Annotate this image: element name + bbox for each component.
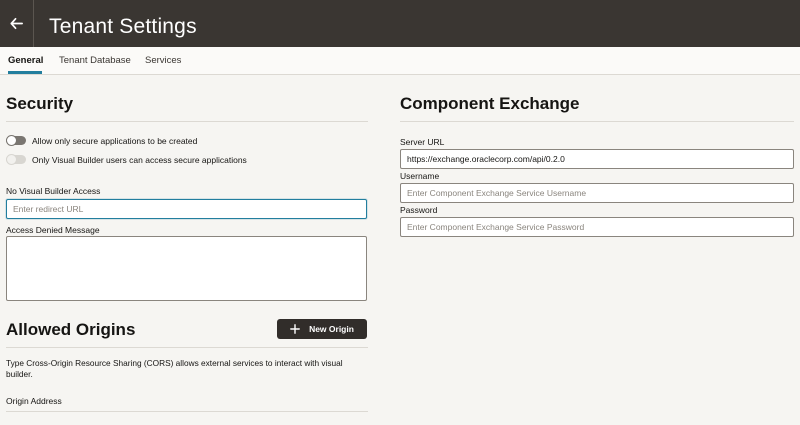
server-url-input[interactable] [400,149,794,169]
vb-users-only-toggle-label: Only Visual Builder users can access sec… [32,155,247,165]
password-label: Password [400,205,438,215]
component-exchange-heading: Component Exchange [400,94,580,113]
origins-table-divider [6,411,368,412]
security-heading: Security [6,94,74,113]
plus-icon [290,324,300,334]
tab-services[interactable]: Services [145,55,181,66]
vb-users-only-toggle[interactable] [6,154,26,165]
tab-tenant-database[interactable]: Tenant Database [59,55,131,66]
back-button[interactable] [0,0,33,47]
access-denied-label: Access Denied Message [6,225,100,235]
toggle-knob [6,154,17,165]
header-divider [33,0,34,47]
component-exchange-divider [400,121,794,122]
new-origin-button-label: New Origin [309,324,354,334]
allowed-origins-heading: Allowed Origins [6,320,136,339]
secure-apps-toggle-label: Allow only secure applications to be cre… [32,136,198,146]
tab-bar: General Tenant Database Services [0,47,800,75]
password-input[interactable] [400,217,794,237]
cors-description: Type Cross-Origin Resource Sharing (CORS… [6,358,343,379]
page-title: Tenant Settings [49,15,197,38]
origin-address-column-header: Origin Address [6,396,62,406]
secure-apps-toggle[interactable] [6,135,26,146]
redirect-url-input[interactable] [6,199,367,219]
active-tab-indicator [8,71,42,74]
toggle-knob [6,135,17,146]
access-denied-message-input[interactable] [6,236,367,301]
app-header: Tenant Settings [0,0,800,47]
arrow-left-icon [10,17,23,30]
no-access-label: No Visual Builder Access [6,186,101,196]
origins-divider [6,347,368,348]
tab-general[interactable]: General [8,55,43,66]
username-label: Username [400,171,440,181]
security-divider [6,121,368,122]
server-url-label: Server URL [400,137,445,147]
username-input[interactable] [400,183,794,203]
new-origin-button[interactable]: New Origin [277,319,367,339]
